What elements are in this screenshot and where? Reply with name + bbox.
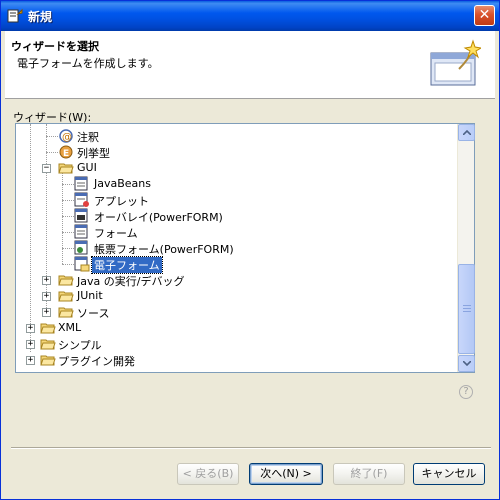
tree-item-applet[interactable]: アプレット bbox=[16, 192, 458, 208]
button-separator bbox=[11, 447, 491, 449]
folder-icon bbox=[40, 323, 56, 334]
expand-icon[interactable]: + bbox=[42, 276, 51, 285]
header-description: 電子フォームを作成します。 bbox=[17, 57, 159, 70]
folder-icon bbox=[40, 355, 56, 366]
expand-icon[interactable]: + bbox=[26, 340, 35, 349]
tree-item-xml[interactable]: + XML bbox=[16, 320, 458, 336]
electronic-form-icon bbox=[74, 256, 90, 272]
close-button[interactable]: ✕ bbox=[474, 5, 495, 26]
expand-icon[interactable]: + bbox=[42, 292, 51, 301]
tree-item-junit[interactable]: + JUnit bbox=[16, 288, 458, 304]
header-title: ウィザードを選択 bbox=[11, 40, 99, 53]
tree-item-java-run-debug[interactable]: + Java の実行/デバッグ bbox=[16, 272, 458, 288]
folder-open-icon bbox=[58, 163, 74, 174]
eclipse-wizard-icon bbox=[7, 8, 23, 23]
back-button[interactable]: < 戻る(B) bbox=[177, 463, 239, 485]
scroll-thumb[interactable] bbox=[458, 264, 475, 354]
chevron-up-icon bbox=[463, 130, 471, 135]
tree-item-overlay[interactable]: オーバレイ(PowerFORM) bbox=[16, 208, 458, 224]
tree-item-simple[interactable]: + シンプル bbox=[16, 336, 458, 352]
tree-item-gui[interactable]: − GUI bbox=[16, 160, 458, 176]
folder-icon bbox=[58, 291, 74, 302]
collapse-icon[interactable]: − bbox=[42, 164, 51, 173]
applet-icon bbox=[74, 192, 89, 207]
tree-item-annotation[interactable]: @ 注釈 bbox=[16, 128, 458, 144]
finish-button[interactable]: 終了(F) bbox=[333, 463, 405, 485]
window-title: 新規 bbox=[28, 10, 53, 24]
tree-item-report-form[interactable]: 帳票フォーム(PowerFORM) bbox=[16, 240, 458, 256]
wizard-tree[interactable]: @ 注釈 E 列挙型 − GUI JavaBeans アプレット オーバレイ(P… bbox=[15, 123, 475, 373]
tree-item-source[interactable]: + ソース bbox=[16, 304, 458, 320]
folder-icon bbox=[40, 339, 56, 350]
svg-text:E: E bbox=[63, 149, 69, 159]
chevron-down-icon bbox=[463, 361, 471, 366]
form-icon bbox=[74, 176, 88, 191]
help-icon[interactable]: ? bbox=[459, 385, 473, 399]
expand-icon[interactable]: + bbox=[42, 308, 51, 317]
annotation-icon: @ bbox=[59, 129, 73, 143]
expand-icon[interactable]: + bbox=[26, 356, 35, 365]
tree-item-electronic-form[interactable]: 電子フォーム bbox=[16, 256, 458, 274]
tree-item-javabeans[interactable]: JavaBeans bbox=[16, 176, 458, 192]
next-button[interactable]: 次へ(N) > bbox=[249, 463, 323, 485]
wizard-banner-icon bbox=[430, 39, 481, 86]
overlay-icon bbox=[74, 208, 88, 223]
tree-item-enum[interactable]: E 列挙型 bbox=[16, 144, 458, 160]
new-wizard-dialog: 新規 ✕ ウィザードを選択 電子フォームを作成します。 ウィザード(W): @ … bbox=[0, 0, 500, 500]
cancel-button[interactable]: キャンセル bbox=[413, 463, 485, 485]
tree-viewport: @ 注釈 E 列挙型 − GUI JavaBeans アプレット オーバレイ(P… bbox=[16, 124, 458, 372]
tree-item-form[interactable]: フォーム bbox=[16, 224, 458, 240]
close-icon: ✕ bbox=[478, 7, 491, 23]
expand-icon[interactable]: + bbox=[26, 324, 35, 333]
scroll-up-button[interactable] bbox=[458, 124, 475, 141]
report-form-icon bbox=[74, 240, 88, 255]
tree-vertical-scrollbar[interactable] bbox=[457, 124, 475, 372]
folder-icon bbox=[58, 307, 74, 318]
svg-text:@: @ bbox=[62, 132, 72, 143]
enum-icon: E bbox=[59, 145, 73, 159]
folder-icon bbox=[58, 275, 74, 286]
title-bar[interactable]: 新規 ✕ bbox=[1, 1, 499, 31]
tree-item-plugin-development[interactable]: + プラグイン開発 bbox=[16, 352, 458, 368]
form-icon bbox=[74, 224, 88, 239]
scroll-down-button[interactable] bbox=[458, 355, 475, 372]
wizard-header: ウィザードを選択 電子フォームを作成します。 bbox=[5, 31, 495, 99]
